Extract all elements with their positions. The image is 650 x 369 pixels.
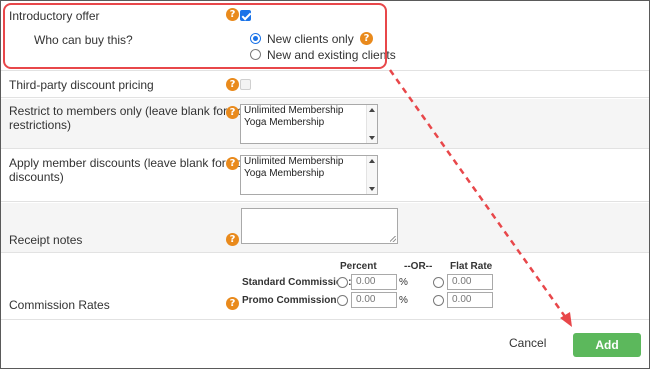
- arrow-head-icon: [560, 312, 572, 327]
- arrow-line: [388, 69, 568, 319]
- annotation-arrow: [388, 69, 572, 327]
